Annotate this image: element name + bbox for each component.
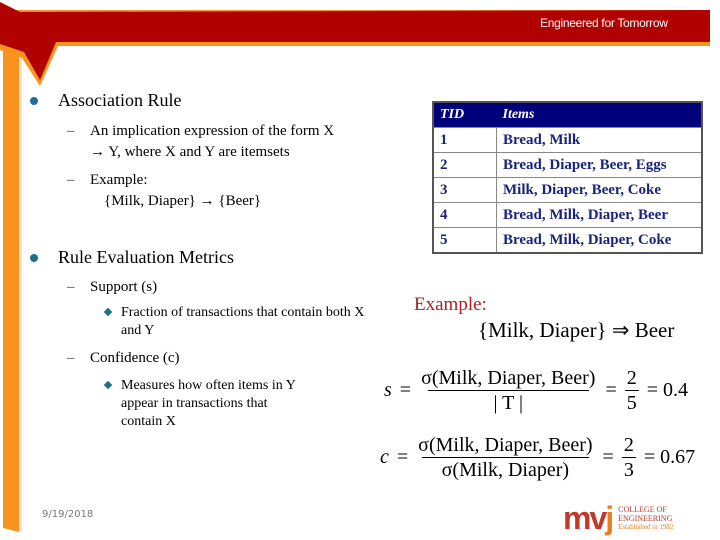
bullet-dot-icon: [30, 97, 38, 105]
support-fraction: σ(Milk, Diaper, Beer) | T |: [419, 366, 597, 415]
text-line: Support (s): [90, 279, 158, 295]
text-line: contain X: [121, 414, 176, 429]
cell-tid: 2: [433, 152, 497, 178]
dash-icon: –: [67, 123, 75, 139]
total-count: 5: [624, 390, 639, 414]
table-header-row: TID Items: [433, 102, 702, 128]
confidence-value-fraction: 2 3: [621, 433, 636, 482]
logo-mark-j: j: [605, 500, 614, 536]
cell-tid: 5: [433, 227, 497, 253]
heading-association-rule: Association Rule: [58, 90, 182, 110]
cell-tid: 1: [433, 127, 497, 153]
header-banner: [0, 2, 710, 80]
confidence-variable: c: [380, 446, 389, 468]
text-line: {Milk, Diaper} → {Beer}: [104, 193, 262, 209]
logo-mark: mvj: [563, 500, 614, 536]
logo-established: Established in 1982: [618, 522, 674, 531]
cell-items: Bread, Milk: [496, 127, 702, 153]
confidence-result: = 0.67: [643, 446, 696, 468]
rule-count: 2: [623, 434, 634, 456]
confidence-numerator: σ(Milk, Diaper, Beer): [418, 434, 593, 456]
support-description: Fraction of transactions that contain bo…: [103, 304, 365, 340]
cell-tid: 4: [433, 202, 497, 228]
support-variable: s: [384, 379, 392, 401]
logo-text: COLLEGE OF ENGINEERING Established in 19…: [618, 505, 673, 532]
table-row: 1 Bread, Milk: [433, 127, 702, 153]
table-row: 5 Bread, Milk, Diaper, Coke: [433, 227, 702, 253]
text-line: appear in transactions that: [121, 396, 268, 411]
transactions-table: TID Items 1 Bread, Milk 2 Bread, Diaper,…: [432, 101, 703, 254]
example-rule: {Milk, Diaper} ⇒ Beer: [478, 318, 675, 342]
support-denominator: | T |: [427, 390, 590, 415]
logo-line: COLLEGE OF: [618, 504, 667, 514]
cell-items: Bread, Milk, Diaper, Beer: [496, 202, 702, 228]
logo-line: ENGINEERING: [618, 513, 673, 523]
bullet-dot-icon: [30, 254, 38, 262]
text-line: An implication expression of the form X: [90, 123, 335, 139]
text-line: and Y: [121, 323, 155, 338]
column-header-items: Items: [496, 102, 702, 128]
column-header-tid: TID: [433, 102, 497, 128]
bullet-association-rule: Association Rule: [30, 90, 182, 111]
text-line: Measures how often items in Y: [121, 378, 296, 393]
table-row: 2 Bread, Diaper, Beer, Eggs: [433, 152, 702, 178]
text-line: Confidence (c): [90, 350, 180, 366]
support-formula: s = σ(Milk, Diaper, Beer) | T | = 2 5 = …: [384, 366, 692, 415]
sub-bullet-confidence: – Confidence (c): [67, 348, 180, 369]
heading-rule-evaluation: Rule Evaluation Metrics: [58, 247, 234, 267]
confidence-formula: c = σ(Milk, Diaper, Beer) σ(Milk, Diaper…: [380, 433, 699, 482]
bullet-rule-evaluation: Rule Evaluation Metrics: [30, 247, 234, 268]
cell-items: Bread, Milk, Diaper, Coke: [496, 227, 702, 253]
text-line: Fraction of transactions that contain bo…: [121, 305, 365, 320]
sub-bullet-support: – Support (s): [67, 277, 158, 298]
text-line: → Y, where X and Y are itemsets: [90, 144, 290, 160]
dash-icon: –: [67, 279, 75, 295]
support-result: = 0.4: [646, 379, 689, 401]
support-value-fraction: 2 5: [624, 366, 639, 415]
equals-sign: =: [605, 379, 617, 401]
example-label: Example:: [414, 294, 487, 315]
dash-icon: –: [67, 350, 75, 366]
confidence-fraction: σ(Milk, Diaper, Beer) σ(Milk, Diaper): [416, 433, 594, 482]
table-row: 3 Milk, Diaper, Beer, Coke: [433, 177, 702, 203]
dash-icon: –: [67, 172, 75, 188]
table-row: 4 Bread, Milk, Diaper, Beer: [433, 202, 702, 228]
confidence-denominator: σ(Milk, Diaper): [421, 457, 590, 482]
left-accent-strip: [3, 48, 19, 532]
text-line: Example:: [90, 172, 148, 188]
college-logo: mvj COLLEGE OF ENGINEERING Established i…: [563, 500, 673, 536]
support-numerator: σ(Milk, Diaper, Beer): [421, 367, 596, 389]
equals-sign: =: [602, 446, 614, 468]
sub-bullet-implication: – An implication expression of the form …: [67, 121, 335, 163]
slide-date: 9/19/2018: [42, 509, 94, 520]
sub-bullet-example: – Example: {Milk, Diaper} → {Beer}: [67, 170, 262, 212]
header-tagline: Engineered for Tomorrow: [540, 16, 668, 30]
support-count: 2: [626, 367, 637, 389]
antecedent-count: 3: [621, 457, 636, 481]
confidence-description: Measures how often items in Y appear in …: [103, 377, 296, 431]
cell-tid: 3: [433, 177, 497, 203]
cell-items: Milk, Diaper, Beer, Coke: [496, 177, 702, 203]
logo-mark-mv: mv: [563, 500, 607, 536]
equals-sign: =: [396, 446, 409, 468]
equals-sign: =: [399, 379, 412, 401]
cell-items: Bread, Diaper, Beer, Eggs: [496, 152, 702, 178]
